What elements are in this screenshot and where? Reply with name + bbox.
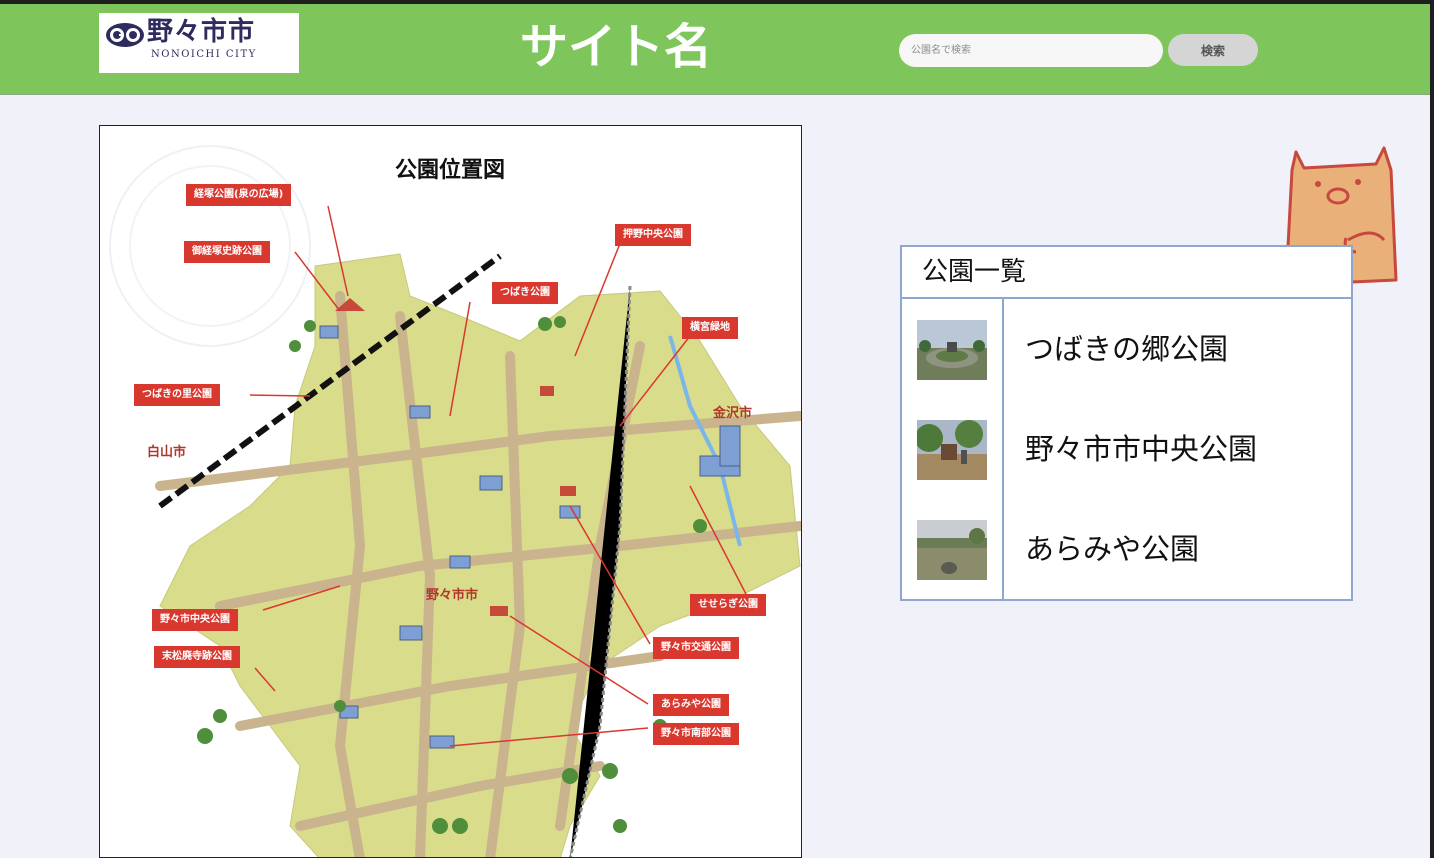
park-list-panel: 公園一覧 つばきの郷公園 野々市市中央公園 あらみや公園 bbox=[900, 245, 1353, 601]
city-logo[interactable]: 野々市市 NONOICHI CITY bbox=[99, 13, 299, 73]
map-label-kotsu-park[interactable]: 野々市交通公園 bbox=[653, 637, 739, 659]
map-label-tsubakinosato-park[interactable]: つばきの里公園 bbox=[134, 384, 220, 406]
park-name: つばきの郷公園 bbox=[1025, 332, 1229, 366]
map-label-gokyozuka-park[interactable]: 御経塚史跡公園 bbox=[184, 241, 270, 263]
park-list: つばきの郷公園 野々市市中央公園 あらみや公園 bbox=[902, 299, 1351, 601]
park-search-input[interactable] bbox=[899, 34, 1163, 67]
park-list-item-aramiya[interactable]: あらみや公園 bbox=[902, 499, 1351, 599]
map-label-aramiya-park[interactable]: あらみや公園 bbox=[653, 694, 729, 716]
site-header: 野々市市 NONOICHI CITY サイト名 検索 bbox=[0, 4, 1430, 95]
park-list-item-nonoichi-chuo[interactable]: 野々市市中央公園 bbox=[902, 399, 1351, 499]
field-photo-icon bbox=[917, 520, 987, 580]
map-title: 公園位置図 bbox=[394, 158, 505, 183]
window-frame-right bbox=[1430, 0, 1434, 858]
city-label-kanazawa: 金沢市 bbox=[713, 406, 753, 421]
city-label-nonoichi: 野々市市 bbox=[426, 588, 479, 603]
park-list-title: 公園一覧 bbox=[902, 247, 1351, 299]
map-label-oshino-chuo-park[interactable]: 押野中央公園 bbox=[615, 224, 691, 246]
map-label-nonoichi-chuo-park[interactable]: 野々市中央公園 bbox=[152, 609, 238, 631]
map-illustration bbox=[109, 145, 801, 857]
map-label-nanbu-park[interactable]: 野々市南部公園 bbox=[653, 723, 739, 745]
city-emblem-icon bbox=[106, 23, 144, 47]
park-location-map: 公園位置図 経塚公園(泉の広場) 御経塚史跡公園 押野中央公園 つばき公園 横宮… bbox=[99, 125, 802, 858]
logo-main-text: 野々市市 bbox=[147, 17, 256, 47]
map-label-suematsu-haiji-park[interactable]: 末松廃寺跡公園 bbox=[154, 646, 240, 668]
search-button[interactable]: 検索 bbox=[1168, 34, 1258, 66]
park-name: あらみや公園 bbox=[1025, 532, 1200, 566]
map-label-yokomiya-ryokuchi[interactable]: 横宮緑地 bbox=[682, 317, 738, 339]
map-label-seseragi-park[interactable]: せせらぎ公園 bbox=[690, 594, 766, 616]
city-label-hakusan: 白山市 bbox=[147, 445, 187, 460]
park-list-item-tsubakinosato[interactable]: つばきの郷公園 bbox=[902, 299, 1351, 399]
logo-sub-text: NONOICHI CITY bbox=[151, 49, 257, 60]
park-photo-icon bbox=[917, 320, 987, 380]
park-name: 野々市市中央公園 bbox=[1025, 432, 1258, 466]
site-title: サイト名 bbox=[520, 19, 713, 75]
map-label-kyozuka-park[interactable]: 経塚公園(泉の広場) bbox=[186, 184, 292, 206]
playground-photo-icon bbox=[917, 420, 987, 480]
map-label-tsubaki-park[interactable]: つばき公園 bbox=[492, 282, 558, 304]
